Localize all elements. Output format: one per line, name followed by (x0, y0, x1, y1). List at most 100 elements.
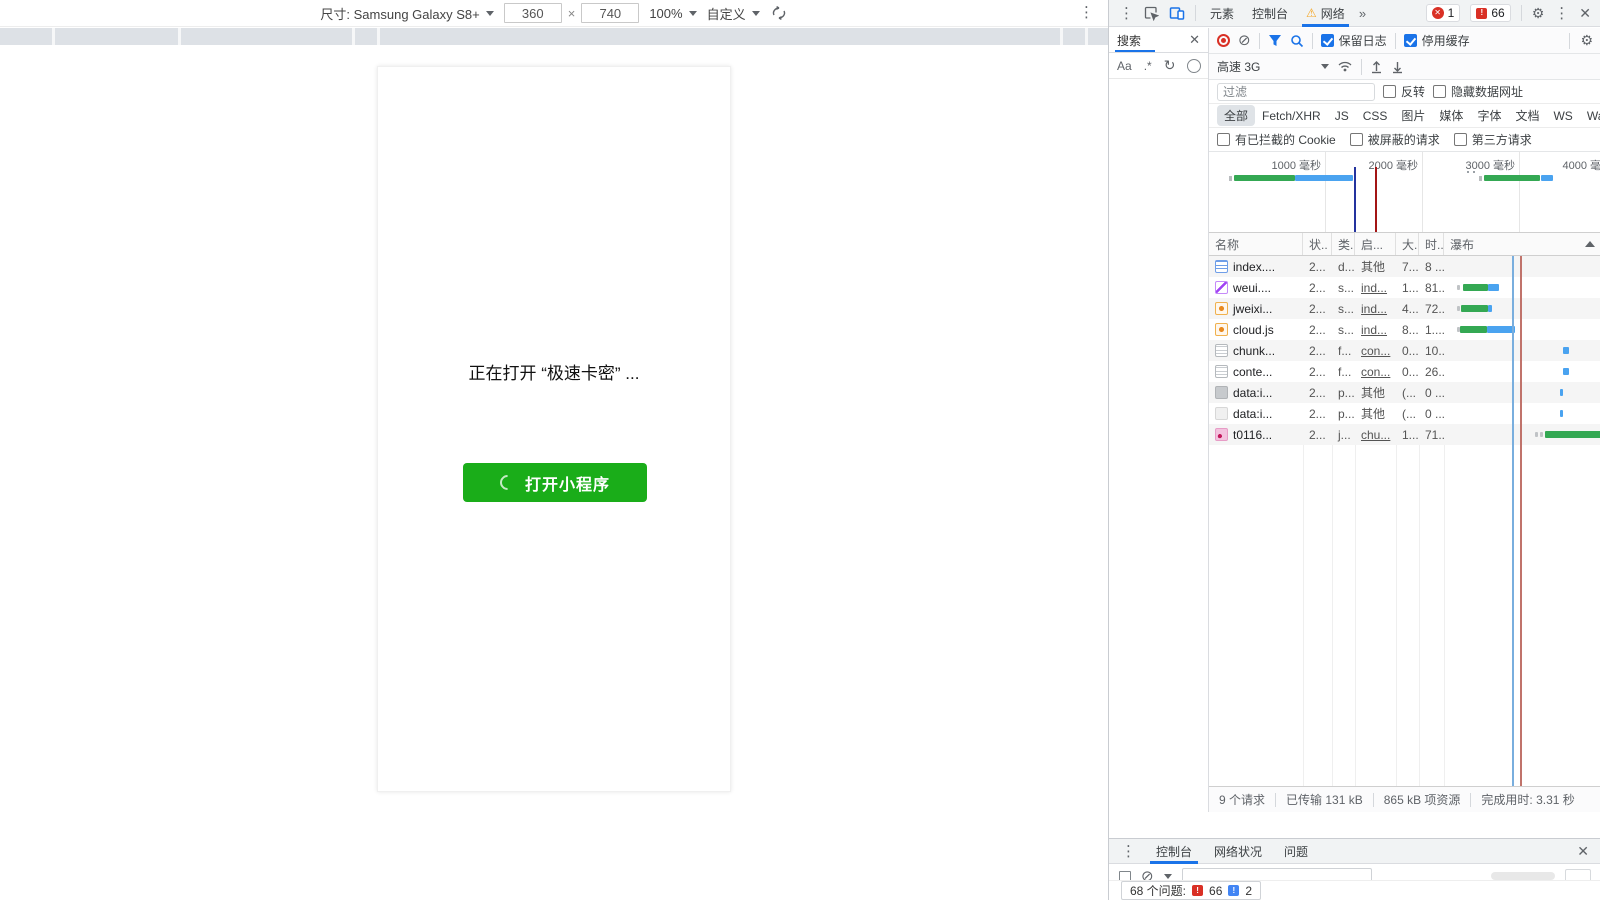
network-conditions-wifi-icon[interactable] (1337, 60, 1353, 73)
devtools-close-icon[interactable]: ✕ (1579, 5, 1591, 22)
network-filter-input[interactable] (1217, 83, 1375, 101)
column-header-4[interactable]: 大.. (1396, 233, 1419, 255)
issues-badge[interactable]: ! 66 (1470, 4, 1510, 22)
console-log-level-control[interactable] (1491, 872, 1555, 880)
filter-chip[interactable]: Fetch/XHR (1255, 107, 1328, 125)
overview-bar-blue (1541, 175, 1553, 181)
request-row[interactable]: index....2...d...其他7...8 ... (1209, 256, 1600, 277)
invert-filter-checkbox[interactable]: 反转 (1383, 83, 1425, 100)
filter-chip[interactable]: CSS (1356, 107, 1395, 125)
column-header-6[interactable]: 瀑布 (1444, 233, 1600, 255)
more-tabs-icon[interactable]: » (1359, 6, 1366, 21)
request-filter-checkbox[interactable]: 被屏蔽的请求 (1350, 131, 1440, 148)
cell-col1: 2... (1303, 256, 1332, 277)
clear-search-icon[interactable] (1187, 59, 1201, 73)
waterfall-tick-bar (1540, 432, 1543, 437)
hide-data-urls-checkbox[interactable]: 隐藏数据网址 (1433, 83, 1523, 100)
column-header-2[interactable]: 类.. (1332, 233, 1355, 255)
preserve-log-checkbox[interactable]: 保留日志 (1321, 32, 1387, 49)
cell-col3: ind... (1355, 319, 1396, 340)
drawer-tab[interactable]: 问题 (1282, 838, 1310, 864)
drawer-tab[interactable]: 网络状况 (1212, 838, 1264, 864)
drawer-menu-icon[interactable]: ⋮ (1121, 844, 1136, 859)
clear-console-icon[interactable]: ⊘ (1141, 869, 1154, 882)
request-initiator[interactable]: con... (1361, 344, 1390, 358)
request-row[interactable]: data:i...2...p...其他(...0 ... (1209, 382, 1600, 403)
devtools-more-icon[interactable]: ⋮ (1554, 6, 1569, 21)
tab-console[interactable]: 控制台 (1248, 0, 1292, 27)
request-row[interactable]: t0116...2...j...chu...1...71... (1209, 424, 1600, 445)
issues-message-count: 2 (1245, 884, 1252, 898)
throttle-mode-select[interactable]: 自定义 (707, 4, 760, 23)
waterfall-tick-bar (1535, 432, 1538, 437)
console-errors-badge[interactable]: ✕ 1 (1426, 4, 1461, 22)
request-initiator[interactable]: con... (1361, 365, 1390, 379)
request-initiator[interactable]: ind... (1361, 281, 1387, 295)
filter-chip[interactable]: 字体 (1470, 105, 1508, 126)
drawer-close-icon[interactable]: ✕ (1577, 843, 1589, 860)
request-initiator[interactable]: chu... (1361, 428, 1390, 442)
viewport-width-input[interactable] (504, 3, 562, 23)
filter-chip[interactable]: Wasm (1580, 107, 1600, 125)
devtools-dock-menu-icon[interactable]: ⋮ (1119, 6, 1134, 21)
console-settings-control[interactable] (1565, 869, 1591, 881)
network-settings-gear-icon[interactable]: ⚙ (1580, 32, 1593, 49)
error-count: 1 (1448, 6, 1455, 20)
request-row[interactable]: data:i...2...p...其他(...0 ... (1209, 403, 1600, 424)
checkbox-icon (1350, 133, 1363, 146)
request-row[interactable]: chunk...2...f...con...0...10... (1209, 340, 1600, 361)
throttling-select[interactable]: 高速 3G (1217, 58, 1329, 75)
device-select[interactable]: 尺寸: Samsung Galaxy S8+ (320, 4, 493, 23)
timeline-tick-label: 4000 毫秒 (1552, 157, 1600, 173)
tab-strip-remnant (0, 28, 1108, 45)
import-har-icon[interactable] (1370, 60, 1383, 74)
column-header-5[interactable]: 时... (1419, 233, 1444, 255)
device-toolbar-toggle-icon[interactable] (1169, 6, 1185, 20)
request-initiator[interactable]: ind... (1361, 323, 1387, 337)
settings-gear-icon[interactable]: ⚙ (1532, 5, 1545, 22)
drawer-tab[interactable]: 控制台 (1154, 838, 1194, 864)
request-initiator[interactable]: ind... (1361, 302, 1387, 316)
tab-network[interactable]: ⚠ 网络 (1302, 0, 1349, 27)
request-filter-checkbox[interactable]: 有已拦截的 Cookie (1217, 131, 1336, 148)
network-overview-timeline[interactable]: 1000 毫秒2000 毫秒3000 毫秒4000 毫秒 (1209, 152, 1600, 233)
rotate-device-icon[interactable] (770, 5, 788, 21)
filter-chip[interactable]: JS (1328, 107, 1356, 125)
refresh-search-icon[interactable]: ↻ (1164, 57, 1176, 74)
search-pane-close-icon[interactable]: ✕ (1189, 32, 1200, 48)
request-row[interactable]: jweixi...2...s...ind...4...72... (1209, 298, 1600, 319)
export-har-icon[interactable] (1391, 60, 1404, 74)
column-header-1[interactable]: 状.. (1303, 233, 1332, 255)
match-case-toggle[interactable]: Aa (1117, 59, 1132, 73)
disable-cache-checkbox[interactable]: 停用缓存 (1404, 32, 1470, 49)
request-filter-label: 第三方请求 (1472, 131, 1532, 148)
viewport-height-input[interactable] (581, 3, 639, 23)
filter-chip[interactable]: 全部 (1217, 105, 1255, 126)
clear-network-log-icon[interactable]: ⊘ (1238, 33, 1251, 48)
device-toolbar-more-icon[interactable]: ⋮ (1079, 5, 1094, 20)
search-network-icon[interactable] (1290, 34, 1304, 48)
column-header-0[interactable]: 名称 (1209, 233, 1303, 255)
filter-chip[interactable]: WS (1546, 107, 1579, 125)
request-row[interactable]: cloud.js2...s...ind...8...1.... (1209, 319, 1600, 340)
record-network-log-icon[interactable] (1217, 34, 1230, 47)
inspect-element-icon[interactable] (1144, 6, 1159, 21)
console-sidebar-icon[interactable] (1119, 871, 1131, 881)
open-mini-program-button[interactable]: 打开小程序 (463, 463, 647, 502)
console-filter-input[interactable] (1182, 868, 1372, 881)
filter-funnel-icon[interactable] (1268, 34, 1282, 47)
cell-col6 (1444, 361, 1600, 382)
request-row[interactable]: weui....2...s...ind...1...81... (1209, 277, 1600, 298)
zoom-select[interactable]: 100% (649, 6, 696, 21)
filter-chip[interactable]: 文档 (1508, 105, 1546, 126)
chevron-down-icon (752, 11, 760, 16)
request-filter-checkbox[interactable]: 第三方请求 (1454, 131, 1532, 148)
chevron-down-icon (1321, 64, 1329, 69)
tab-elements[interactable]: 元素 (1206, 0, 1238, 27)
issues-counter[interactable]: 68 个问题: ! 66 ! 2 (1121, 881, 1261, 900)
filter-chip[interactable]: 图片 (1394, 105, 1432, 126)
request-row[interactable]: conte...2...f...con...0...26... (1209, 361, 1600, 382)
regex-toggle[interactable]: .* (1144, 59, 1152, 73)
column-header-3[interactable]: 启... (1355, 233, 1396, 255)
filter-chip[interactable]: 媒体 (1432, 105, 1470, 126)
